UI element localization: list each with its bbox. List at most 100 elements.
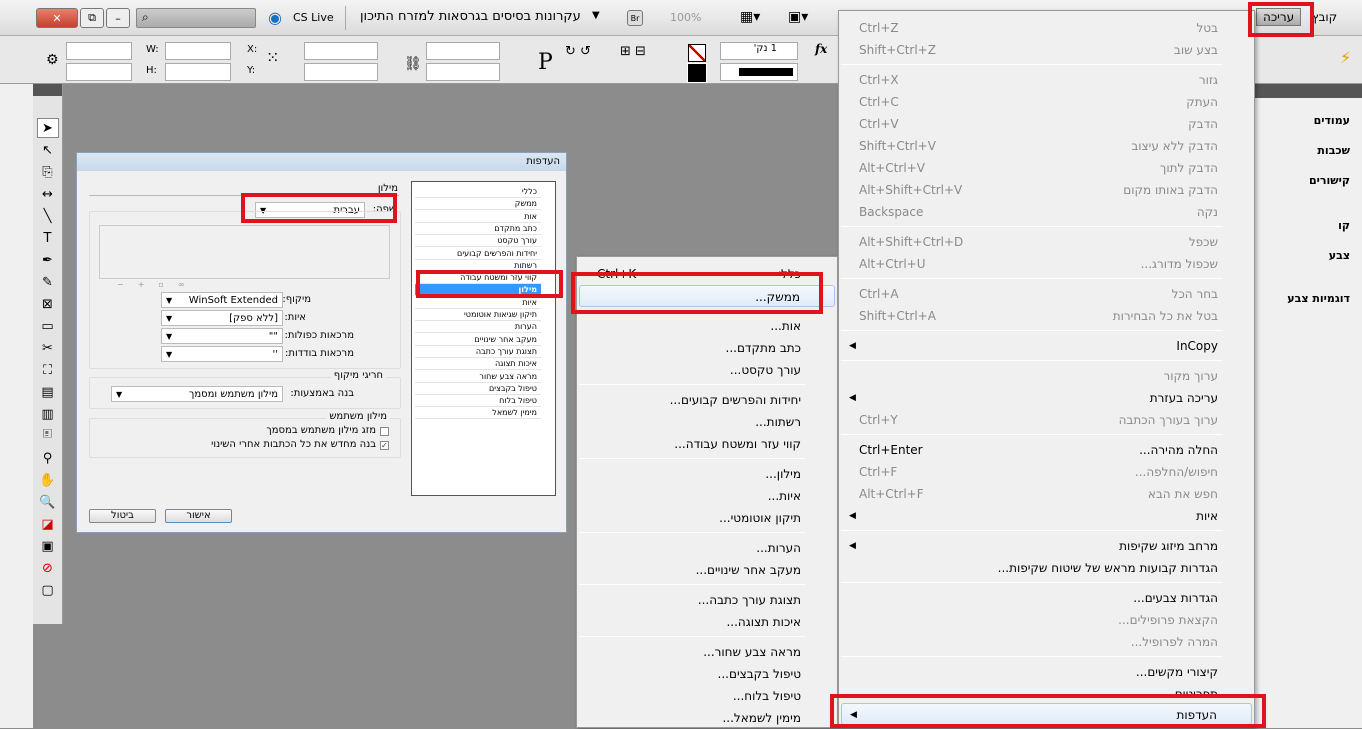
line-tool-icon[interactable]: ╲ bbox=[37, 206, 59, 226]
panel-layers[interactable]: שכבות bbox=[1317, 144, 1350, 157]
double-quotes-select[interactable]: "" ▼ bbox=[161, 328, 283, 344]
ok-button[interactable]: אישור bbox=[165, 509, 232, 523]
rectangle-frame-tool-icon[interactable]: ⊠ bbox=[37, 294, 59, 314]
x-field[interactable] bbox=[165, 42, 231, 60]
menu-item[interactable]: הדבק באותו מקום Alt+Shift+Ctrl+V bbox=[841, 179, 1252, 201]
compose-using-select[interactable]: מילון משתמש ומסמך ▼ bbox=[111, 386, 283, 402]
menu-item[interactable]: רשתות... bbox=[579, 411, 835, 433]
fill-swatch[interactable] bbox=[688, 44, 706, 62]
menu-item[interactable]: מילון... bbox=[579, 463, 835, 485]
fill-stroke-icon[interactable]: ◪ bbox=[37, 514, 59, 534]
category-item[interactable]: קווי עזר ומשטח עבודה bbox=[415, 272, 541, 285]
category-item[interactable]: מעקב אחר שינויים bbox=[415, 334, 541, 346]
stroke-type-select[interactable] bbox=[720, 63, 798, 81]
menu-item[interactable]: נקה Backspace bbox=[841, 201, 1252, 223]
search-input[interactable]: ⌕ bbox=[136, 8, 256, 28]
menu-item[interactable]: בטל את כל הבחירות Shift+Ctrl+A bbox=[841, 305, 1252, 327]
category-item[interactable]: כתב מתקדם bbox=[415, 223, 541, 235]
restore-window-button[interactable]: ⧉ bbox=[80, 8, 104, 28]
menu-item[interactable]: כללי Ctrl+K bbox=[579, 263, 835, 285]
menu-item[interactable]: הגדרות קבועות מראש של שיטוח שקיפות... bbox=[841, 557, 1252, 579]
gradient-feather-tool-icon[interactable]: ▥ bbox=[37, 404, 59, 424]
scale-y-field[interactable] bbox=[304, 63, 378, 81]
menu-item[interactable]: תיקון אוטומטי... bbox=[579, 507, 835, 529]
panel-stroke[interactable]: קו bbox=[1338, 219, 1350, 232]
zoom-tool-icon[interactable]: 🔍 bbox=[37, 492, 59, 512]
selection-tool-icon[interactable]: ➤ bbox=[36, 118, 59, 138]
hand-tool-icon[interactable]: ✋ bbox=[37, 470, 59, 490]
menu-item[interactable]: איכות תצוגה... bbox=[579, 611, 835, 633]
menu-item[interactable]: איות ◀ bbox=[841, 505, 1252, 527]
category-item[interactable]: תיקון שגיאות אוטומטי bbox=[415, 309, 541, 321]
panel-links[interactable]: קישורים bbox=[1309, 174, 1350, 187]
menu-item[interactable]: הקצאת פרופילים... bbox=[841, 609, 1252, 631]
category-item[interactable]: הערות bbox=[415, 321, 541, 334]
menu-item[interactable]: בחר הכל Ctrl+A bbox=[841, 283, 1252, 305]
menu-item[interactable]: טיפול בקבצים... bbox=[579, 663, 835, 685]
pen-tool-icon[interactable]: ✒ bbox=[37, 250, 59, 270]
view-options-icon[interactable]: ▦▾ bbox=[740, 9, 760, 25]
menu-item[interactable]: העתק Ctrl+C bbox=[841, 91, 1252, 113]
menu-file[interactable]: קובץ bbox=[1312, 10, 1337, 24]
single-quotes-select[interactable]: '' ▼ bbox=[161, 346, 283, 362]
zoom-level[interactable]: 100% bbox=[670, 11, 701, 24]
menu-item[interactable]: הדבק ללא עיצוב Shift+Ctrl+V bbox=[841, 135, 1252, 157]
rotation-field[interactable] bbox=[426, 42, 500, 60]
menu-item[interactable]: שכפול מדורג... Alt+Ctrl+U bbox=[841, 253, 1252, 275]
close-window-button[interactable]: ✕ bbox=[36, 8, 78, 28]
menu-item[interactable]: עורך טקסט... bbox=[579, 359, 835, 381]
rotate-icon[interactable]: ↻ ↺ bbox=[565, 44, 591, 59]
screen-mode-icon[interactable]: ▣▾ bbox=[788, 9, 808, 25]
panel-pages[interactable]: עמודים bbox=[1314, 114, 1350, 127]
reference-grid-icon[interactable]: ⁙ bbox=[266, 48, 279, 67]
category-item[interactable]: איות bbox=[415, 297, 541, 309]
menu-item[interactable]: המרה לפרופיל... bbox=[841, 631, 1252, 653]
shear-field[interactable] bbox=[426, 63, 500, 81]
gap-tool-icon[interactable]: ↔ bbox=[37, 184, 59, 204]
formatting-icon[interactable]: ▣ bbox=[37, 536, 59, 556]
cs-live-button[interactable]: CS Live bbox=[293, 11, 334, 24]
menu-item[interactable]: שכפל Alt+Shift+Ctrl+D bbox=[841, 231, 1252, 253]
direct-selection-tool-icon[interactable]: ↖ bbox=[37, 140, 59, 160]
hyphenation-select[interactable]: WinSoft Extended ▼ bbox=[161, 292, 283, 308]
category-item[interactable]: איכות תצוגה bbox=[415, 358, 541, 371]
menu-item[interactable]: הערות... bbox=[579, 537, 835, 559]
paragraph-icon[interactable]: P bbox=[538, 50, 553, 75]
effects-button[interactable]: fx bbox=[815, 42, 827, 56]
menu-item[interactable]: ערוך בעורך הכתבה Ctrl+Y bbox=[841, 409, 1252, 431]
bridge-button[interactable]: Br bbox=[627, 10, 643, 26]
menu-item-preferences[interactable]: העדפות ◀ bbox=[841, 703, 1252, 725]
category-item[interactable]: יחידות והפרשים קבועים bbox=[415, 248, 541, 260]
menu-item[interactable]: מראה צבע שחור... bbox=[579, 641, 835, 663]
note-tool-icon[interactable]: 🗉 bbox=[37, 426, 59, 446]
menu-item[interactable]: קווי עזר ומשטח עבודה... bbox=[579, 433, 835, 455]
category-item[interactable]: מראה צבע שחור bbox=[415, 371, 541, 383]
category-item[interactable]: רשתות bbox=[415, 260, 541, 272]
menu-item[interactable]: חיפוש/החלפה... Ctrl+F bbox=[841, 461, 1252, 483]
apply-none-icon[interactable]: ⊘ bbox=[37, 558, 59, 578]
menu-item[interactable]: טיפול בלוח... bbox=[579, 685, 835, 707]
category-item[interactable]: טיפול בקבצים bbox=[415, 383, 541, 395]
category-item[interactable]: טיפול בלוח bbox=[415, 395, 541, 408]
menu-item[interactable]: מרחב מיזוג שקיפות ◀ bbox=[841, 535, 1252, 557]
category-item[interactable]: מילון bbox=[415, 284, 541, 297]
menu-edit[interactable]: עריכה bbox=[1256, 8, 1302, 26]
menu-item[interactable]: החלה מהירה... Ctrl+Enter bbox=[841, 439, 1252, 461]
menu-item[interactable]: איות... bbox=[579, 485, 835, 507]
spelling-select[interactable]: [ללא ספק] ▼ bbox=[161, 310, 283, 326]
category-item[interactable]: מימין לשמאל bbox=[415, 407, 541, 420]
menu-item[interactable]: כתב מתקדם... bbox=[579, 337, 835, 359]
category-item[interactable]: ממשק bbox=[415, 198, 541, 211]
merge-checkbox[interactable] bbox=[380, 427, 389, 436]
category-item[interactable]: עורך טקסט bbox=[415, 235, 541, 248]
menu-item[interactable]: ערוך מקור bbox=[841, 365, 1252, 387]
menu-item[interactable]: בצע שוב Shift+Ctrl+Z bbox=[841, 39, 1252, 61]
screen-mode-tool-icon[interactable]: ▢ bbox=[37, 580, 59, 600]
height-field[interactable] bbox=[66, 63, 132, 81]
page-tool-icon[interactable]: ⎘ bbox=[37, 162, 59, 182]
eyedropper-tool-icon[interactable]: ⚲ bbox=[37, 448, 59, 468]
document-title[interactable]: עקרונות בסיסים בגרסאות למזרח התיכון bbox=[360, 9, 581, 24]
panel-color[interactable]: צבע bbox=[1329, 249, 1350, 262]
category-item[interactable]: אות bbox=[415, 211, 541, 223]
panel-header[interactable] bbox=[33, 84, 62, 96]
